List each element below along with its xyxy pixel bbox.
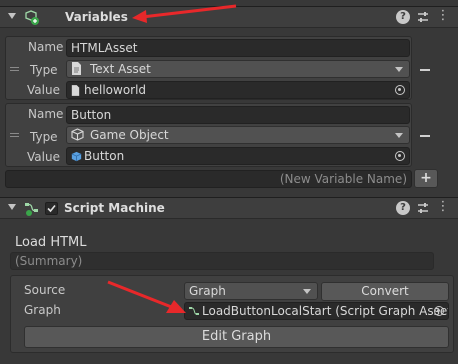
- remove-variable-icon[interactable]: [420, 69, 430, 71]
- graph-asset-field[interactable]: LoadButtonLocalStart (Script Graph Asset…: [184, 302, 449, 320]
- variables-title: Variables: [65, 10, 128, 24]
- foldout-arrow-icon[interactable]: [8, 13, 16, 19]
- add-variable-button[interactable]: +: [414, 169, 438, 188]
- variable-name-field[interactable]: Button: [66, 106, 410, 124]
- variable-value-field[interactable]: Button: [66, 147, 410, 165]
- source-dropdown[interactable]: Graph: [184, 282, 318, 300]
- name-label: Name: [28, 40, 64, 54]
- drag-handle-icon[interactable]: [10, 133, 19, 138]
- help-icon[interactable]: ?: [396, 10, 410, 24]
- variable-type-dropdown[interactable]: Game Object: [66, 126, 410, 144]
- type-label: Type: [30, 63, 58, 77]
- convert-button[interactable]: Convert: [321, 282, 449, 301]
- game-object-cube-icon: [71, 151, 82, 164]
- remove-variable-icon[interactable]: [420, 135, 430, 137]
- script-machine-header[interactable]: Script Machine ? ⋮: [0, 197, 458, 219]
- preset-sliders-icon[interactable]: [416, 10, 430, 24]
- source-label: Source: [24, 283, 66, 297]
- enabled-checkbox[interactable]: [45, 202, 58, 215]
- variable-type-dropdown[interactable]: Text Asset: [66, 60, 410, 78]
- script-machine-icon: [24, 201, 40, 217]
- script-machine-title: Script Machine: [64, 201, 165, 215]
- graph-label: Graph: [24, 303, 61, 317]
- source-dropdown-value: Graph: [189, 284, 226, 298]
- variable-value-text: Button: [84, 149, 125, 163]
- foldout-arrow-icon[interactable]: [8, 204, 16, 210]
- variable-value-field[interactable]: helloworld: [66, 81, 410, 99]
- game-object-cube-icon: [71, 128, 84, 144]
- help-icon[interactable]: ?: [396, 201, 410, 215]
- value-label: Value: [27, 150, 60, 164]
- graph-asset-value: LoadButtonLocalStart (Script Graph Asset…: [202, 304, 449, 318]
- chevron-down-icon: [303, 289, 311, 294]
- drag-handle-icon[interactable]: [10, 67, 19, 72]
- object-picker-icon[interactable]: [395, 85, 405, 95]
- new-variable-name-input[interactable]: (New Variable Name): [5, 170, 412, 188]
- preset-sliders-icon[interactable]: [416, 201, 430, 215]
- object-picker-icon[interactable]: [434, 306, 444, 316]
- summary-field[interactable]: (Summary): [10, 252, 434, 270]
- chevron-down-icon: [395, 133, 403, 138]
- variable-name-field[interactable]: HTMLAsset: [66, 39, 410, 57]
- annotation-arrow-icon: [132, 4, 237, 23]
- object-picker-icon[interactable]: [395, 151, 405, 161]
- chevron-down-icon: [395, 67, 403, 72]
- variable-value-text: helloworld: [84, 83, 147, 97]
- edit-graph-button[interactable]: Edit Graph: [24, 326, 449, 348]
- graph-title-label[interactable]: Load HTML: [15, 235, 87, 250]
- variable-type-value: Game Object: [90, 128, 169, 142]
- more-vertical-icon[interactable]: ⋮: [436, 9, 450, 24]
- annotation-arrow-icon: [107, 280, 186, 313]
- text-asset-icon: [71, 62, 82, 78]
- variables-icon: [24, 10, 40, 26]
- value-label: Value: [27, 83, 60, 97]
- name-label: Name: [28, 107, 64, 121]
- text-asset-icon: [71, 85, 80, 98]
- variable-type-value: Text Asset: [90, 62, 151, 76]
- more-vertical-icon[interactable]: ⋮: [436, 200, 450, 215]
- type-label: Type: [30, 130, 58, 144]
